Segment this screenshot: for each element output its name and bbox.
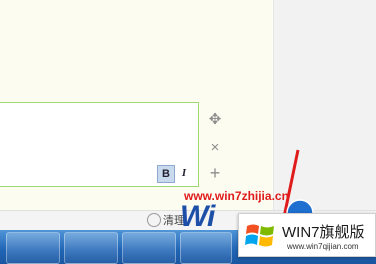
- taskbar-button[interactable]: [6, 232, 60, 264]
- taskbar-button[interactable]: [64, 232, 118, 264]
- taskbar-button[interactable]: [180, 232, 232, 264]
- win7-logo-badge: WIN7旗舰版 www.win7qijian.com: [238, 213, 376, 257]
- windows-flag-icon: [245, 224, 274, 247]
- logo-site-url: www.win7qijian.com: [287, 242, 359, 251]
- taskbar-button[interactable]: [122, 232, 176, 264]
- logo-title: WIN7旗舰版: [282, 224, 365, 241]
